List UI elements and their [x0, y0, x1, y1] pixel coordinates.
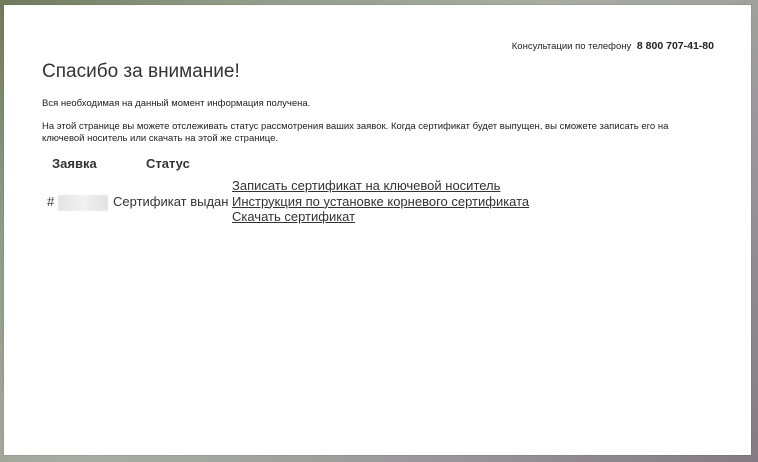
- request-number-prefix: #: [47, 194, 55, 209]
- root-certificate-instructions-link[interactable]: Инструкция по установке корневого сертиф…: [232, 194, 529, 209]
- consultation-info: Консультации по телефону 8 800 707-41-80: [512, 40, 714, 52]
- download-certificate-link[interactable]: Скачать сертификат: [232, 209, 355, 224]
- column-header-request: Заявка: [52, 156, 97, 171]
- page-title: Спасибо за внимание!: [42, 61, 240, 82]
- info-text-received: Вся необходимая на данный момент информа…: [42, 98, 311, 109]
- write-certificate-link[interactable]: Записать сертификат на ключевой носитель: [232, 178, 500, 193]
- request-status: Сертификат выдан: [113, 194, 229, 209]
- column-header-status: Статус: [146, 156, 190, 171]
- list-item: Записать сертификат на ключевой носитель: [232, 178, 529, 194]
- consultation-label: Консультации по телефону: [511, 41, 632, 52]
- request-number: #: [47, 194, 109, 211]
- list-item: Скачать сертификат: [232, 209, 529, 225]
- list-item: Инструкция по установке корневого сертиф…: [232, 194, 529, 210]
- certificate-actions: Записать сертификат на ключевой носитель…: [232, 178, 529, 225]
- info-text-status: На этой странице вы можете отслеживать с…: [42, 121, 669, 144]
- page-frame: Консультации по телефону 8 800 707-41-80…: [4, 5, 751, 455]
- redacted-request-id: [58, 194, 109, 211]
- phone-number: 8 800 707-41-80: [636, 40, 714, 52]
